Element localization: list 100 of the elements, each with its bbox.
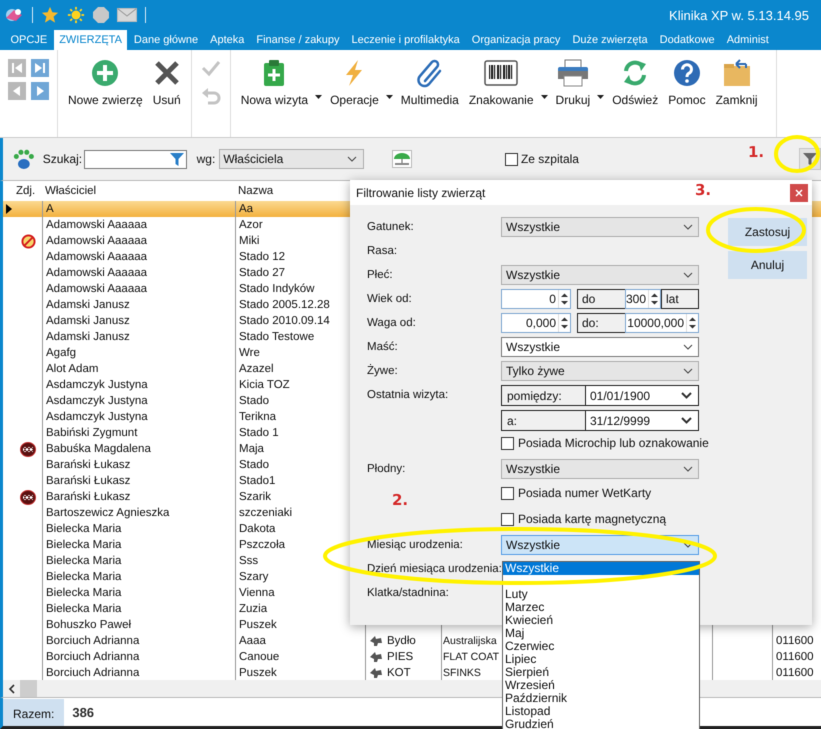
caret-icon[interactable] <box>540 95 548 99</box>
plus-icon <box>91 58 120 88</box>
printer-icon <box>556 58 589 88</box>
menu-tab[interactable]: Duże zwierzęta <box>566 30 654 50</box>
dropdown-option[interactable]: Wrzesień <box>503 679 699 692</box>
dropdown-option[interactable]: Wszystkie <box>503 562 699 575</box>
menu-tab[interactable]: Finanse / zakupy <box>250 30 346 50</box>
row-pointer-icon <box>6 204 12 214</box>
animal-icon <box>369 651 383 663</box>
dropdown-option[interactable]: Lipiec <box>503 653 699 666</box>
field-label: Ostatnia wizyta: <box>367 389 448 401</box>
dropdown-option[interactable]: Październik <box>503 692 699 705</box>
number-field[interactable]: 300 <box>624 289 661 309</box>
menu-tab[interactable]: OPCJE <box>5 30 53 50</box>
annotation-number: 2. <box>392 491 408 509</box>
new-animal-button[interactable]: Nowe zwierzę <box>66 56 145 109</box>
new-visit-button[interactable]: Nowa wizyta <box>238 56 310 109</box>
octagon-icon[interactable] <box>93 7 109 23</box>
field-label: Płeć: <box>367 269 393 281</box>
dropdown-option[interactable]: Kwiecień <box>503 614 699 627</box>
umbrella-button[interactable] <box>392 150 412 168</box>
dropdown-option[interactable]: Marzec <box>503 601 699 614</box>
caret-icon[interactable] <box>597 95 604 99</box>
undo-icon <box>200 87 221 105</box>
search-field[interactable] <box>84 150 187 168</box>
app-logo-icon[interactable] <box>4 6 24 24</box>
scrollbar-thumb[interactable] <box>20 680 37 697</box>
search-by-select[interactable]: Właściciela <box>219 149 364 169</box>
caret-icon[interactable] <box>315 95 322 99</box>
checkbox[interactable] <box>501 486 514 500</box>
refresh-button[interactable]: Odśwież <box>610 56 660 109</box>
sun-icon[interactable] <box>67 6 85 24</box>
table-cell: FLAT COAT <box>443 651 500 663</box>
close-icon <box>795 188 803 196</box>
table-cell: Australijska <box>443 635 497 647</box>
menu-tab[interactable]: Organizacja pracy <box>466 30 566 50</box>
table-cell: KOT <box>387 667 411 679</box>
spin-arrows-icon[interactable] <box>688 316 697 330</box>
menu-tab[interactable]: Leczenie i profilaktyka <box>346 30 466 50</box>
search-label: Szukaj: <box>42 152 82 166</box>
filter-icon <box>170 152 184 166</box>
number-field[interactable]: 0 <box>501 289 571 309</box>
dropdown[interactable]: Wszystkie <box>501 265 699 285</box>
checkbox-label: Posiada numer WetKarty <box>518 486 652 500</box>
checkbox[interactable] <box>504 152 518 166</box>
field-label: Miesiąc urodzenia: <box>367 539 463 551</box>
menu-tab[interactable]: Apteka <box>204 30 250 50</box>
animal-icon <box>369 635 383 647</box>
dropdown[interactable]: Wszystkie <box>501 337 699 357</box>
help-button[interactable]: Pomoc <box>666 56 708 109</box>
dropdown-option[interactable]: Luty <box>503 588 699 601</box>
number-field[interactable]: 10000,000 <box>625 313 699 333</box>
dropdown[interactable]: Wszystkie <box>501 535 699 555</box>
multimedia-button[interactable]: Multimedia <box>398 56 461 109</box>
checkbox[interactable] <box>501 436 514 450</box>
table-cell: SFINKS <box>443 667 481 679</box>
print-button[interactable]: Drukuj <box>554 56 592 109</box>
dialog-title: Filtrowanie listy zwierząt <box>356 186 486 200</box>
caret-icon[interactable] <box>386 95 393 99</box>
chevron-left-icon <box>8 684 16 694</box>
close-button[interactable] <box>790 184 808 202</box>
field-label: Gatunek: <box>367 221 414 233</box>
dropdown-option[interactable]: Sierpień <box>503 666 699 679</box>
spin-arrows-icon[interactable] <box>560 292 569 306</box>
operations-button[interactable]: Operacje <box>328 56 381 109</box>
field-label: Żywe: <box>367 365 398 377</box>
chevron-down-icon <box>346 156 357 162</box>
cancel-button[interactable]: Anuluj <box>728 251 807 279</box>
menu-tab[interactable]: Dane główne <box>128 30 204 50</box>
dropdown[interactable]: Wszystkie <box>501 217 699 237</box>
number-field[interactable]: 0,000 <box>501 313 571 333</box>
last-record-button[interactable] <box>31 59 49 77</box>
table-cell: 011600 <box>776 651 814 663</box>
menu-tab[interactable]: Dodatkowe <box>654 30 720 50</box>
field-label: Maść: <box>367 341 398 353</box>
apply-button[interactable]: Zastosuj <box>728 218 807 246</box>
checkbox[interactable] <box>501 512 514 526</box>
close-button[interactable]: Zamknij <box>714 56 760 109</box>
table-cell: PIES <box>387 651 414 663</box>
star-icon[interactable] <box>41 6 59 24</box>
spin-arrows-icon[interactable] <box>650 292 659 306</box>
column-header[interactable]: Zdj. <box>14 181 42 201</box>
delete-button[interactable]: Usuń <box>150 56 183 109</box>
dropdown[interactable]: Wszystkie <box>501 459 699 479</box>
next-record-button[interactable] <box>31 82 49 100</box>
field-label: do <box>576 289 625 309</box>
table-cell: 011600 <box>776 635 814 647</box>
column-header[interactable]: Właściciel <box>42 181 235 201</box>
dropdown-option[interactable]: Grudzień <box>503 718 699 729</box>
chevron-down-icon <box>683 368 693 374</box>
annotation-number: 1. <box>748 143 764 161</box>
dropdown-option[interactable]: Listopad <box>503 705 699 718</box>
spin-arrows-icon[interactable] <box>560 316 569 330</box>
menu-tab[interactable]: ZWIERZĘTA <box>54 30 128 50</box>
chevron-down-icon <box>683 344 693 350</box>
marking-button[interactable]: Znakowanie <box>466 56 536 109</box>
menu-tab[interactable]: Administ <box>721 30 774 50</box>
total-count: 386 <box>72 704 94 720</box>
search-by-label: wg: <box>196 152 216 166</box>
dropdown[interactable]: Tylko żywe <box>501 361 699 381</box>
